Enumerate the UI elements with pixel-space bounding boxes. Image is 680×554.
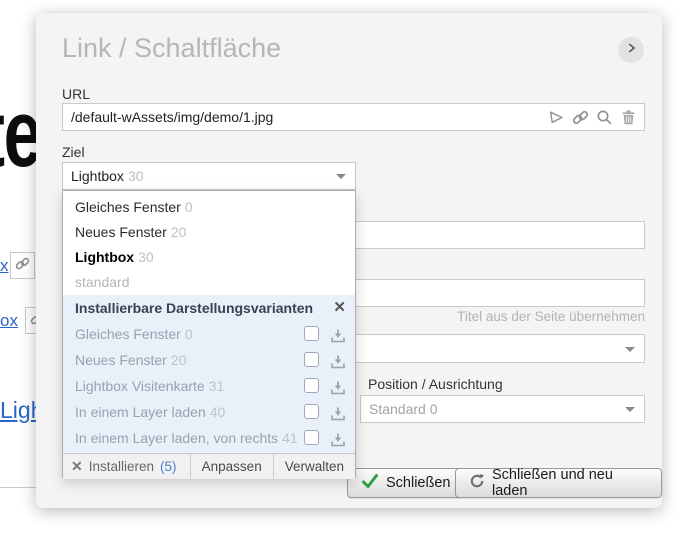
background-link-1[interactable]: x: [0, 256, 9, 276]
chevron-down-icon: [625, 407, 635, 412]
install-checkbox[interactable]: [304, 378, 319, 393]
ziel-select[interactable]: Lightbox 30: [62, 162, 356, 190]
position-label: Position / Ausrichtung: [368, 376, 503, 392]
url-value: /default-wAssets/img/demo/1.jpg: [71, 109, 274, 125]
pointer-icon[interactable]: [546, 107, 566, 127]
expand-dialog-button[interactable]: [618, 37, 644, 63]
dropdown-option-lightbox-selected[interactable]: Lightbox 30: [63, 245, 355, 270]
close-icon: ✕: [71, 458, 83, 474]
installable-variants-panel: Installierbare Darstellungsvarianten ✕ G…: [63, 295, 355, 453]
dialog-title: Link / Schaltfläche: [62, 33, 282, 63]
install-button[interactable]: ✕ Installieren (5): [63, 454, 190, 479]
chain-link-icon: [15, 256, 30, 276]
chain-link-button-1[interactable]: [10, 252, 35, 279]
chevron-right-icon: [624, 41, 638, 60]
installable-row-layer-laden[interactable]: In einem Layer laden 40: [63, 399, 355, 425]
verwalten-button[interactable]: Verwalten: [272, 454, 355, 479]
download-icon[interactable]: [330, 378, 346, 395]
download-icon[interactable]: [330, 326, 346, 343]
dropdown-option-neues-fenster[interactable]: Neues Fenster 20: [63, 220, 355, 245]
close-reload-button[interactable]: Schließen und neu laden: [455, 467, 662, 499]
installable-row-neues-fenster[interactable]: Neues Fenster 20: [63, 347, 355, 373]
check-icon: [361, 473, 379, 493]
install-checkbox[interactable]: [304, 404, 319, 419]
background-heading-fragment: te: [0, 80, 42, 187]
url-input[interactable]: /default-wAssets/img/demo/1.jpg: [62, 103, 645, 131]
url-label: URL: [62, 86, 91, 102]
title-hint: Titel aus der Seite übernehmen: [457, 309, 645, 324]
ziel-selected-value: Lightbox: [71, 168, 124, 184]
download-icon[interactable]: [330, 430, 346, 447]
search-icon[interactable]: [594, 107, 614, 127]
dropdown-option-gleiches-fenster[interactable]: Gleiches Fenster 0: [63, 195, 355, 220]
link-dialog: Link / Schaltfläche URL /default-wAssets…: [36, 13, 662, 508]
chain-link-icon[interactable]: [570, 107, 590, 127]
installable-variants-header: Installierbare Darstellungsvarianten: [75, 300, 314, 316]
download-icon[interactable]: [330, 404, 346, 421]
ziel-label: Ziel: [62, 144, 85, 160]
page: te x ox Ligh Link / Schaltfläche: [0, 0, 680, 554]
background-link-2[interactable]: ox: [0, 311, 18, 331]
install-checkbox[interactable]: [304, 430, 319, 445]
download-icon[interactable]: [330, 352, 346, 369]
trash-icon[interactable]: [618, 107, 638, 127]
dropdown-option-standard[interactable]: standard: [63, 270, 355, 295]
installable-row-gleiches-fenster[interactable]: Gleiches Fenster 0: [63, 321, 355, 347]
installable-row-lightbox-visitenkarte[interactable]: Lightbox Visitenkarte 31: [63, 373, 355, 399]
chevron-down-icon: [336, 174, 346, 179]
install-count: (5): [160, 459, 177, 474]
position-select[interactable]: Standard 0: [360, 395, 645, 423]
close-icon[interactable]: ✕: [333, 295, 346, 321]
chevron-down-icon: [625, 346, 635, 352]
dropdown-footer: ✕ Installieren (5) Anpassen Verwalten: [63, 453, 355, 479]
close-button[interactable]: Schließen: [347, 468, 465, 498]
install-checkbox[interactable]: [304, 326, 319, 341]
reload-icon: [469, 473, 485, 493]
background-divider: [0, 487, 37, 488]
ziel-dropdown-panel: Gleiches Fenster 0 Neues Fenster 20 Lightb…: [62, 190, 356, 479]
install-checkbox[interactable]: [304, 352, 319, 367]
installable-row-layer-laden-rechts[interactable]: In einem Layer laden, von rechts 41: [63, 425, 355, 451]
anpassen-button[interactable]: Anpassen: [189, 454, 273, 479]
position-selected-value: Standard 0: [369, 401, 438, 417]
ziel-selected-num: 30: [127, 168, 144, 184]
